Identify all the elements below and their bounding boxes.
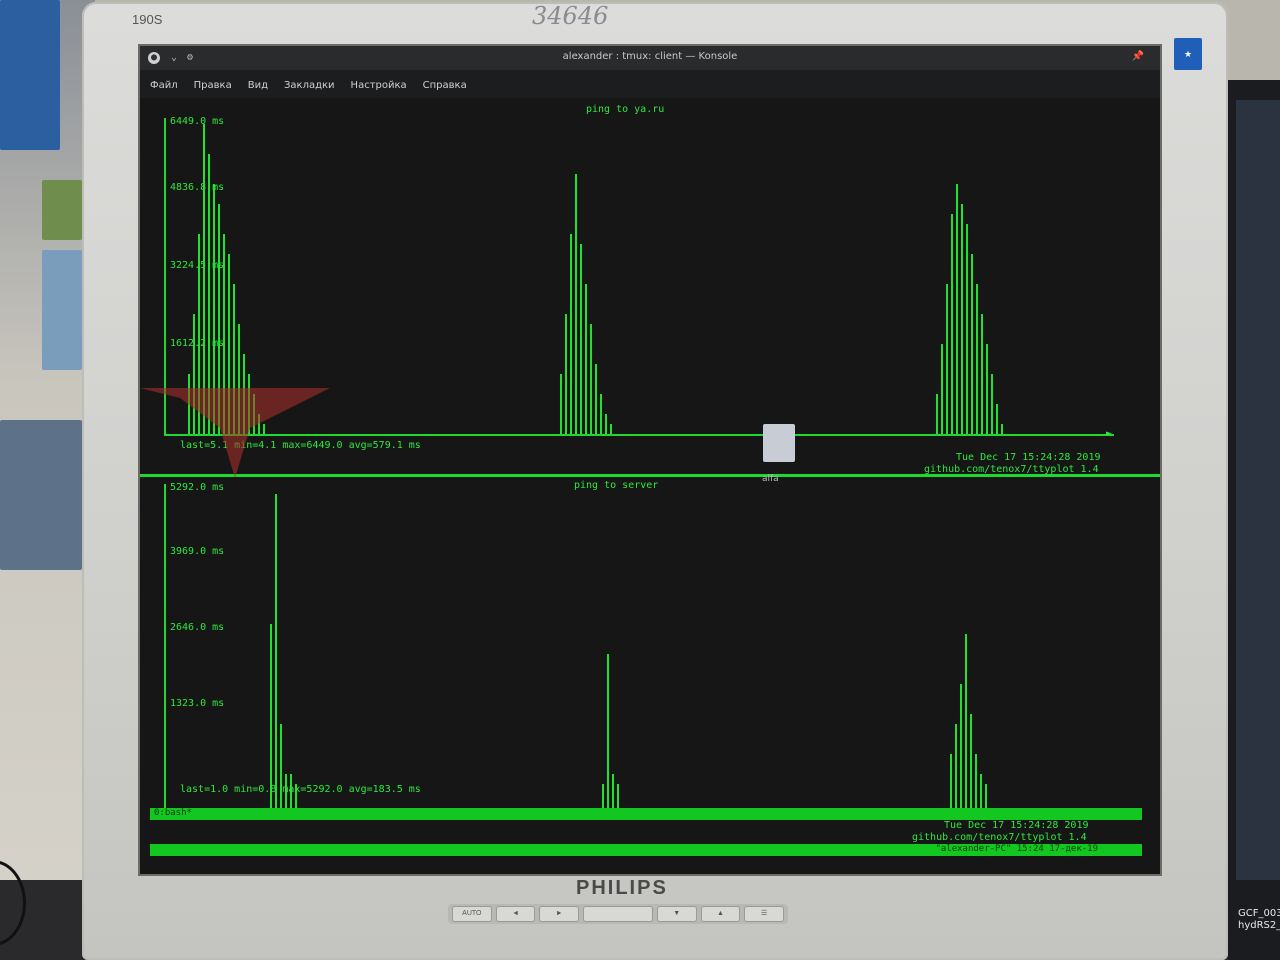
plot-bar xyxy=(565,314,567,434)
plot-bar xyxy=(936,394,938,434)
plot-bar xyxy=(585,284,587,434)
down-button[interactable]: ▼ xyxy=(656,906,697,922)
plot-bar xyxy=(991,374,993,434)
menu-edit[interactable]: Правка xyxy=(194,80,232,91)
tmux-window-label[interactable]: 0:bash* xyxy=(154,808,192,818)
monitor-model: 190S xyxy=(132,12,163,27)
up-button[interactable]: ▲ xyxy=(700,906,741,922)
plot-bar xyxy=(580,244,582,434)
file-label[interactable]: alfa xyxy=(762,474,779,484)
plot-bar xyxy=(975,754,977,814)
plot-bar xyxy=(570,234,572,434)
poster xyxy=(42,180,82,240)
left-button[interactable]: ◄ xyxy=(495,906,536,922)
plot-bar xyxy=(275,494,277,814)
pane1-x-arrow-icon: ► xyxy=(1106,428,1113,439)
plot-bar xyxy=(941,344,943,434)
plot-bar xyxy=(956,184,958,434)
menu-help[interactable]: Справка xyxy=(423,80,467,91)
monitor-button-bar: AUTO ◄ ► ▼ ▲ ☰ xyxy=(448,904,788,924)
energy-star-icon: ★ xyxy=(1174,38,1202,70)
pane2-y-tick: 3969.0 ms xyxy=(170,546,225,557)
plot-bar xyxy=(960,684,962,814)
pane1-y-axis xyxy=(164,118,166,434)
right-button[interactable]: ► xyxy=(539,906,580,922)
pane2-title: ping to server xyxy=(574,480,659,491)
screen: ● ⌄ ⚙ alexander : tmux: client — Konsole… xyxy=(138,44,1162,876)
side-monitor-screen xyxy=(1236,100,1280,880)
plot-bar xyxy=(605,414,607,434)
menu-view[interactable]: Вид xyxy=(248,80,268,91)
pin-icon[interactable]: 📌 xyxy=(1132,51,1144,62)
auto-button[interactable]: AUTO xyxy=(452,906,492,922)
plot-bar xyxy=(595,364,597,434)
plot-bar xyxy=(600,394,602,434)
plot-bar xyxy=(986,344,988,434)
plot-bar xyxy=(607,654,609,814)
menu-file[interactable]: Файл xyxy=(150,80,178,91)
plot-bar xyxy=(971,254,973,434)
plot-bar xyxy=(1001,424,1003,434)
pane2-y-tick: 1323.0 ms xyxy=(170,698,225,709)
plot-bar xyxy=(966,224,968,434)
pane2-y-tick: 5292.0 ms xyxy=(170,482,225,493)
tmux-host-clock: "alexander-PC" 15:24 17-дек-19 xyxy=(935,844,1098,854)
plot-bar xyxy=(951,214,953,434)
menu-bar: Файл Правка Вид Закладки Настройка Справ… xyxy=(150,80,467,91)
pane1-date: Tue Dec 17 15:24:28 2019 xyxy=(956,452,1101,463)
pane1-y-tick: 4836.8 ms xyxy=(170,182,225,193)
window-title: alexander : tmux: client — Konsole xyxy=(562,51,738,62)
menu-button[interactable]: ☰ xyxy=(744,906,784,922)
terminal-area[interactable]: ping to ya.ru ► 6449.0 ms 4836.8 ms 3224… xyxy=(140,98,1160,874)
pane2-y-tick: 2646.0 ms xyxy=(170,622,225,633)
plot-bar xyxy=(981,314,983,434)
pane2-credit: github.com/tenox7/ttyplot 1.4 xyxy=(912,832,1087,843)
pane1-y-tick: 6449.0 ms xyxy=(170,116,225,127)
menu-settings[interactable]: Настройка xyxy=(351,80,407,91)
plot-bar xyxy=(996,404,998,434)
plot-bar xyxy=(961,204,963,434)
pane2-y-axis xyxy=(164,484,166,814)
pane2-date: Tue Dec 17 15:24:28 2019 xyxy=(944,820,1089,831)
plot-bar xyxy=(955,724,957,814)
poster xyxy=(0,420,82,570)
window-titlebar: ● ⌄ ⚙ alexander : tmux: client — Konsole… xyxy=(140,46,1160,70)
file-icon[interactable] xyxy=(763,424,795,462)
plot-bar xyxy=(976,284,978,434)
plot-bar xyxy=(575,174,577,434)
power-button[interactable] xyxy=(583,906,653,922)
tmux-status-bar xyxy=(150,808,1142,820)
plot-bar xyxy=(970,714,972,814)
plot-bar xyxy=(560,374,562,434)
red-logo-overlay xyxy=(140,388,330,478)
poster xyxy=(0,0,60,150)
plot-bar xyxy=(946,284,948,434)
pane1-title: ping to ya.ru xyxy=(586,104,665,115)
handwritten-number: 34646 xyxy=(532,2,609,30)
plot-bar xyxy=(950,754,952,814)
plot-bar xyxy=(280,724,282,814)
pane2-stats: last=1.0 min=0.8 max=5292.0 avg=183.5 ms xyxy=(180,784,421,795)
monitor-brand: PHILIPS xyxy=(576,877,668,899)
plot-bar xyxy=(965,634,967,814)
side-monitor-text: GCF_003 xyxy=(1238,908,1280,919)
menu-bookmarks[interactable]: Закладки xyxy=(284,80,335,91)
side-monitor-text: hydRS2_ xyxy=(1238,920,1280,931)
poster xyxy=(42,250,82,370)
plot-bar xyxy=(610,424,612,434)
plot-bar xyxy=(590,324,592,434)
